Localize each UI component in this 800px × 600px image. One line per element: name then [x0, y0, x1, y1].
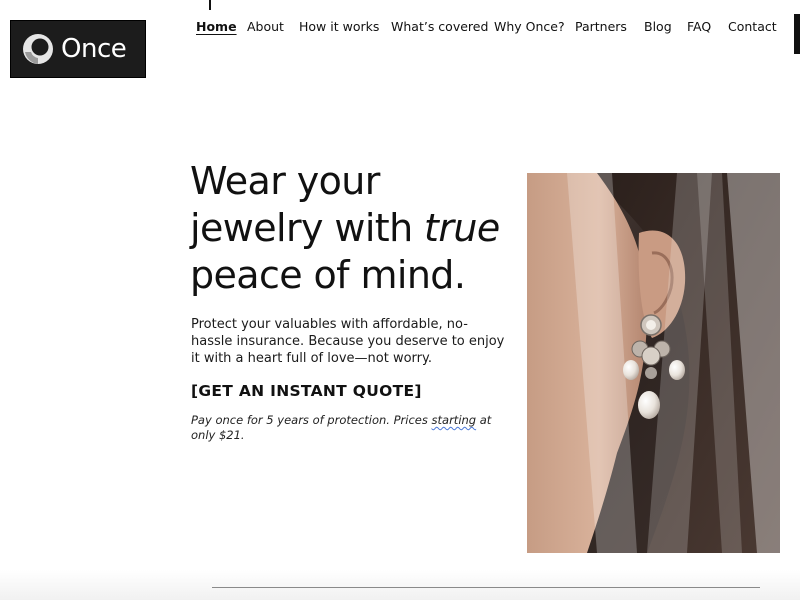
nav-partners[interactable]: Partners	[575, 18, 627, 36]
brand-name: Once	[61, 34, 127, 64]
page: Once Home About How it works What’s cove…	[0, 0, 800, 600]
nav-why-once[interactable]: Why Once?	[494, 18, 565, 36]
nav-how-it-works[interactable]: How it works	[299, 18, 379, 36]
spellcheck-flagged-word: starting	[431, 413, 477, 427]
section-divider	[212, 587, 760, 588]
headline-text-start: Wear your jewelry with	[190, 159, 425, 250]
pricing-text-start: Pay once for 5 years of protection. Pric…	[191, 413, 432, 427]
main-nav: Home About How it works What’s covered W…	[0, 18, 800, 36]
nav-whats-covered[interactable]: What’s covered	[391, 18, 488, 36]
once-logo-icon	[23, 34, 53, 64]
headline-text-end: peace of mind.	[190, 253, 466, 297]
nav-about[interactable]: About	[247, 18, 284, 36]
headline-emphasis: true	[424, 206, 500, 250]
hero-headline: Wear your jewelry with true peace of min…	[190, 158, 520, 299]
text-cursor	[209, 0, 211, 10]
nav-home[interactable]: Home	[196, 18, 237, 36]
earring-photo-illustration	[527, 173, 780, 553]
hero-photo	[527, 173, 780, 553]
offscreen-button-edge[interactable]	[794, 14, 800, 54]
nav-contact[interactable]: Contact	[728, 18, 777, 36]
pricing-note: Pay once for 5 years of protection. Pric…	[191, 413, 509, 443]
hero-intro: Protect your valuables with affordable, …	[191, 317, 505, 366]
get-quote-link[interactable]: [GET AN INSTANT QUOTE]	[191, 382, 422, 400]
bottom-fade	[0, 570, 800, 600]
nav-faq[interactable]: FAQ	[687, 18, 711, 36]
nav-blog[interactable]: Blog	[644, 18, 672, 36]
